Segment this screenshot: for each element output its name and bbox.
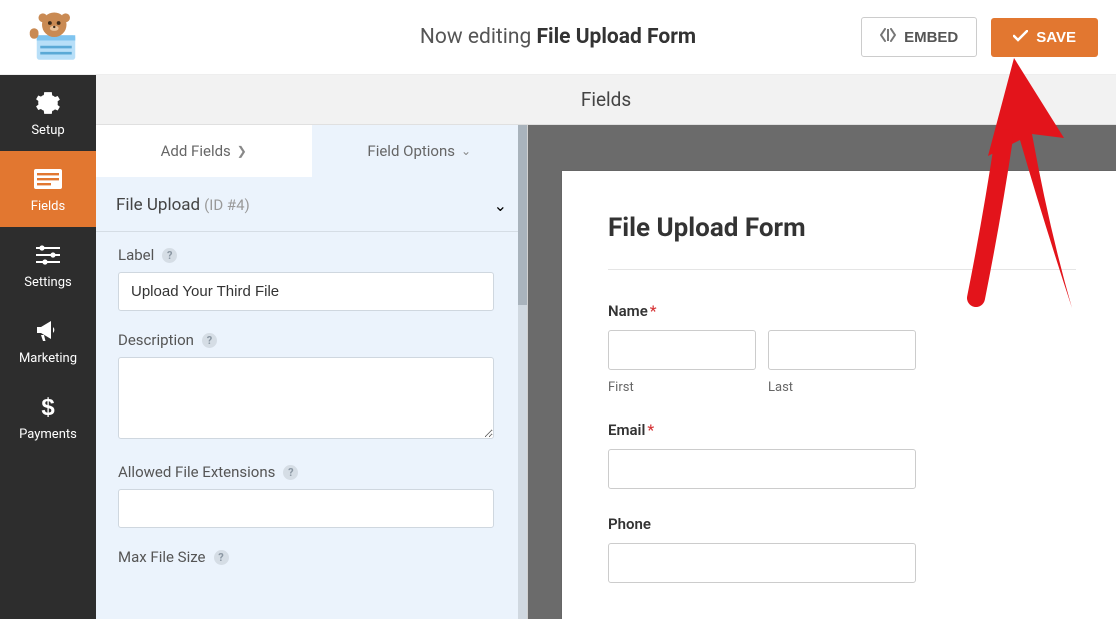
sidebar-item-setup[interactable]: Setup [0, 75, 96, 151]
tab-label: Field Options [367, 142, 455, 160]
tab-field-options[interactable]: Field Options ⌄ [312, 125, 528, 177]
form-icon [34, 165, 62, 193]
field-id-text: (ID #4) [204, 196, 250, 214]
email-input[interactable] [608, 449, 916, 489]
sidebar-item-label: Settings [24, 275, 71, 290]
form-name-text: File Upload Form [537, 25, 697, 49]
sidebar-item-payments[interactable]: $ Payments [0, 379, 96, 455]
tab-label: Add Fields [161, 142, 231, 160]
options-panel: Add Fields ❯ Field Options ⌄ File Upload… [96, 125, 528, 619]
last-sublabel: Last [768, 374, 916, 395]
main-area: Setup Fields Settings Marketing $ Paymen… [0, 75, 1116, 619]
dollar-icon: $ [34, 393, 62, 421]
svg-text:$: $ [41, 394, 55, 420]
embed-label: EMBED [904, 29, 958, 46]
sidebar-item-label: Setup [31, 123, 64, 138]
preview-panel: File Upload Form Name* First Last Email* [528, 125, 1116, 619]
extensions-input[interactable] [118, 489, 494, 528]
panel-tabs: Add Fields ❯ Field Options ⌄ [96, 125, 527, 177]
check-icon [1013, 29, 1028, 46]
sidebar-item-fields[interactable]: Fields [0, 151, 96, 227]
sidebar-item-label: Marketing [19, 351, 77, 366]
required-mark: * [647, 421, 654, 439]
first-sublabel: First [608, 374, 756, 395]
email-field-label: Email* [608, 421, 1076, 439]
save-button[interactable]: SAVE [991, 18, 1098, 57]
phone-input[interactable] [608, 543, 916, 583]
save-label: SAVE [1036, 29, 1076, 46]
sliders-icon [34, 241, 62, 269]
form-preview[interactable]: File Upload Form Name* First Last Email* [562, 171, 1116, 619]
name-field-label: Name* [608, 302, 1076, 320]
label-input[interactable] [118, 272, 494, 311]
sidebar-item-label: Payments [19, 427, 77, 442]
top-bar: Now editing File Upload Form EMBED SAVE [0, 0, 1116, 75]
option-description-label: Description [118, 331, 194, 349]
help-icon[interactable]: ? [162, 248, 177, 263]
now-editing-text: Now editing [420, 25, 537, 49]
builder-columns: Add Fields ❯ Field Options ⌄ File Upload… [96, 125, 1116, 619]
option-maxsize-label: Max File Size [118, 548, 206, 566]
description-input[interactable] [118, 357, 494, 439]
builder-region: Fields Add Fields ❯ Field Options ⌄ [96, 75, 1116, 619]
sidebar-item-settings[interactable]: Settings [0, 227, 96, 303]
option-extensions-label: Allowed File Extensions [118, 463, 275, 481]
field-block-toggle[interactable]: File Upload (ID #4) ⌄ [96, 177, 527, 232]
name-inputs [608, 330, 1076, 370]
builder-sidebar: Setup Fields Settings Marketing $ Paymen… [0, 75, 96, 619]
page-title: Now editing File Upload Form [420, 25, 696, 49]
phone-field-label: Phone [608, 515, 1076, 533]
bullhorn-icon [34, 317, 62, 345]
last-name-input[interactable] [768, 330, 916, 370]
form-preview-title: File Upload Form [608, 213, 1076, 270]
required-mark: * [650, 302, 657, 320]
sidebar-item-label: Fields [31, 199, 65, 214]
app-logo [28, 9, 84, 65]
help-icon[interactable]: ? [202, 333, 217, 348]
gear-icon [34, 89, 62, 117]
field-type-text: File Upload [116, 195, 200, 215]
chevron-down-icon: ⌄ [494, 196, 507, 215]
field-options-body: Label ? Description ? [96, 232, 527, 574]
sidebar-item-marketing[interactable]: Marketing [0, 303, 96, 379]
first-name-input[interactable] [608, 330, 756, 370]
top-actions: EMBED SAVE [861, 17, 1098, 57]
option-label-label: Label [118, 246, 154, 264]
chevron-down-icon: ⌄ [461, 144, 471, 158]
tab-add-fields[interactable]: Add Fields ❯ [96, 125, 312, 177]
code-icon [880, 28, 896, 46]
section-header: Fields [96, 75, 1116, 125]
section-title: Fields [581, 88, 631, 111]
help-icon[interactable]: ? [214, 550, 229, 565]
name-sublabels: First Last [608, 374, 1076, 395]
help-icon[interactable]: ? [283, 465, 298, 480]
chevron-right-icon: ❯ [237, 144, 247, 158]
embed-button[interactable]: EMBED [861, 17, 977, 57]
options-scrollbar[interactable] [518, 125, 527, 619]
